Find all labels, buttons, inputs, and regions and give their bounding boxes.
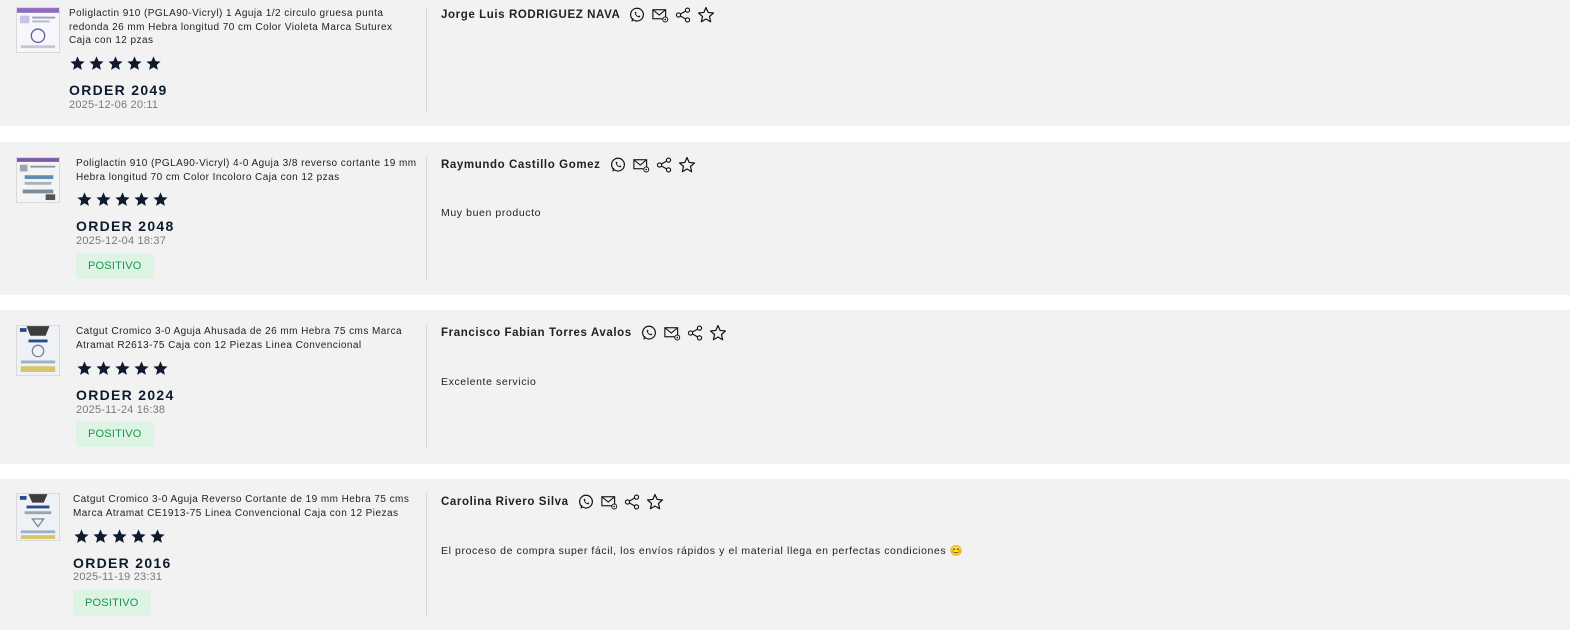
whatsapp-icon[interactable] (640, 324, 663, 342)
whatsapp-icon[interactable] (577, 493, 600, 511)
order-number: ORDER 2024 (76, 387, 175, 403)
customer-name: Jorge Luis RODRIGUEZ NAVA (441, 9, 621, 21)
star-outline-icon[interactable] (678, 156, 701, 174)
email-icon[interactable] (632, 156, 655, 174)
star-filled-icon (153, 192, 168, 206)
star-filled-icon (112, 529, 127, 543)
star-filled-icon (153, 361, 168, 375)
star-filled-icon (150, 529, 165, 543)
rating-stars (76, 191, 169, 208)
order-date: 2025-11-24 16:38 (76, 404, 166, 416)
product-thumbnail[interactable] (16, 325, 60, 376)
rating-stars (76, 360, 169, 377)
star-filled-icon (96, 192, 111, 206)
customer-name: Francisco Fabian Torres Avalos (441, 327, 632, 339)
star-filled-icon (146, 56, 161, 70)
product-title[interactable]: Poliglactin 910 (PGLA90-Vicryl) 1 Aguja … (69, 7, 414, 48)
customer-header: Raymundo Castillo Gomez (441, 156, 701, 174)
sentiment-badge: POSITIVO (76, 253, 154, 279)
star-filled-icon (127, 56, 142, 70)
review-card: Catgut Cromico 3-0 Aguja Reverso Cortant… (0, 479, 1570, 630)
review-card: Poliglactin 910 (PGLA90-Vicryl) 1 Aguja … (0, 0, 1570, 126)
customer-name: Carolina Rivero Silva (441, 496, 569, 508)
email-icon[interactable] (663, 324, 686, 342)
product-title[interactable]: Catgut Cromico 3-0 Aguja Ahusada de 26 m… (76, 325, 421, 352)
order-number: ORDER 2048 (76, 218, 175, 234)
star-filled-icon (77, 192, 92, 206)
star-filled-icon (115, 361, 130, 375)
column-divider (426, 493, 427, 616)
whatsapp-icon[interactable] (609, 156, 632, 174)
rating-stars (69, 55, 162, 72)
product-thumbnail[interactable] (16, 493, 60, 541)
customer-header: Jorge Luis RODRIGUEZ NAVA (441, 6, 720, 24)
sentiment-badge: POSITIVO (73, 590, 151, 616)
email-icon[interactable] (651, 6, 674, 24)
star-filled-icon (89, 56, 104, 70)
product-title[interactable]: Poliglactin 910 (PGLA90-Vicryl) 4-0 Aguj… (76, 157, 421, 184)
whatsapp-icon[interactable] (628, 6, 651, 24)
review-comment: Excelente servicio (441, 376, 537, 388)
email-icon[interactable] (600, 493, 623, 511)
sentiment-badge: POSITIVO (76, 421, 154, 447)
star-outline-icon[interactable] (646, 493, 669, 511)
product-title[interactable]: Catgut Cromico 3-0 Aguja Reverso Cortant… (73, 493, 418, 520)
review-comment: Muy buen producto (441, 207, 542, 219)
column-divider (426, 325, 427, 448)
customer-header: Francisco Fabian Torres Avalos (441, 324, 732, 342)
share-icon[interactable] (655, 156, 678, 174)
order-number: ORDER 2016 (73, 555, 172, 571)
review-comment: El proceso de compra super fácil, los en… (441, 545, 964, 557)
order-date: 2025-12-04 18:37 (76, 235, 167, 247)
rating-stars (73, 528, 166, 545)
column-divider (426, 8, 427, 112)
review-card: Poliglactin 910 (PGLA90-Vicryl) 4-0 Aguj… (0, 142, 1570, 295)
star-filled-icon (96, 361, 111, 375)
product-thumbnail[interactable] (16, 157, 60, 203)
share-icon[interactable] (623, 493, 646, 511)
customer-header: Carolina Rivero Silva (441, 493, 669, 511)
column-divider (426, 157, 427, 280)
order-date: 2025-11-19 23:31 (73, 571, 163, 583)
star-filled-icon (131, 529, 146, 543)
customer-name: Raymundo Castillo Gomez (441, 159, 601, 171)
star-filled-icon (93, 529, 108, 543)
star-outline-icon[interactable] (697, 6, 720, 24)
star-filled-icon (108, 56, 123, 70)
order-date: 2025-12-06 20:11 (69, 99, 159, 111)
product-thumbnail[interactable] (16, 7, 60, 53)
star-filled-icon (77, 361, 92, 375)
star-filled-icon (134, 192, 149, 206)
star-filled-icon (74, 529, 89, 543)
star-filled-icon (115, 192, 130, 206)
star-filled-icon (134, 361, 149, 375)
share-icon[interactable] (686, 324, 709, 342)
star-filled-icon (70, 56, 85, 70)
order-number: ORDER 2049 (69, 82, 168, 98)
star-outline-icon[interactable] (709, 324, 732, 342)
review-card: Catgut Cromico 3-0 Aguja Ahusada de 26 m… (0, 310, 1570, 464)
share-icon[interactable] (674, 6, 697, 24)
